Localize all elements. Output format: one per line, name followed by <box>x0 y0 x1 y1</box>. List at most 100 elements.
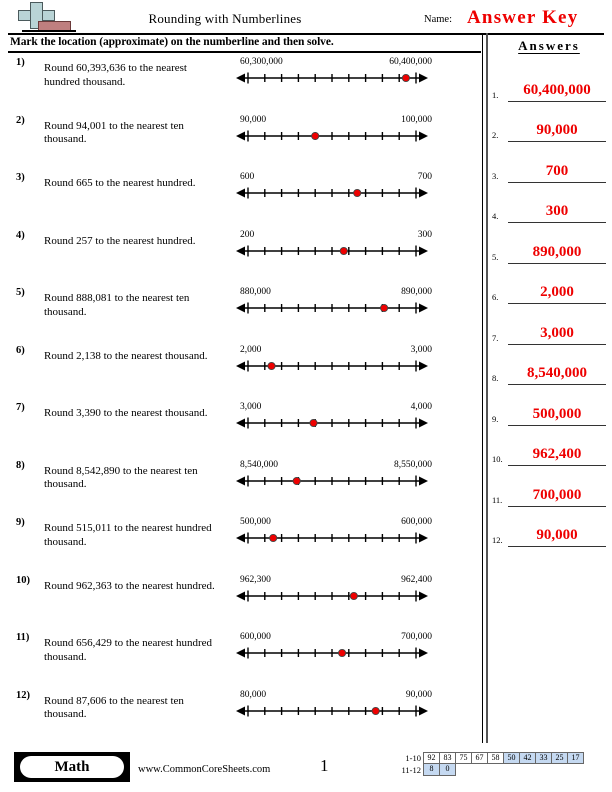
problem-row: 12) Round 87,606 to the nearest ten thous… <box>0 688 482 746</box>
numberline[interactable]: 200 300 <box>236 230 436 270</box>
answer-value: 90,000 <box>536 122 578 138</box>
problem-row: 2) Round 94,001 to the nearest ten thousa… <box>0 113 482 171</box>
answer-index: 12. <box>492 535 503 545</box>
numberline-left-label: 962,300 <box>240 574 271 585</box>
answer-underline <box>508 181 606 183</box>
page-header: Rounding with Numberlines Name: Answer K… <box>0 0 612 33</box>
problem-row: 11) Round 656,429 to the nearest hundred … <box>0 630 482 688</box>
answer-index: 6. <box>492 292 499 302</box>
problem-number: 9) <box>16 517 25 528</box>
answer-index: 2. <box>492 130 499 140</box>
problem-text: Round 3,390 to the nearest thousand. <box>44 407 208 419</box>
problem-text: Round 888,081 to the nearest ten thousan… <box>44 292 190 318</box>
answer-index: 1. <box>492 89 499 100</box>
problem-text: Round 665 to the nearest hundred. <box>44 177 196 189</box>
numberline-left-label: 80,000 <box>240 689 267 700</box>
problem-number: 5) <box>16 287 25 298</box>
answer-row: 3. 700 <box>490 143 608 184</box>
answer-index: 3. <box>492 170 499 181</box>
subject-badge-label: Math <box>20 756 124 778</box>
problem-number: 4) <box>16 229 25 241</box>
numberline-right-label: 8,550,000 <box>394 459 432 470</box>
problem-row: 8) Round 8,542,890 to the nearest ten tho… <box>0 458 482 516</box>
numberline[interactable]: 880,000 890,000 <box>236 287 436 327</box>
numberline[interactable]: 600 700 <box>236 172 436 212</box>
answer-underline <box>508 262 606 264</box>
answer-underline <box>508 546 606 547</box>
problem-text: Round 656,429 to the nearest hundred tho… <box>44 637 213 663</box>
problem-number: 3) <box>16 172 25 183</box>
numberline[interactable]: 2,000 3,000 <box>236 345 436 385</box>
problem-number: 6) <box>16 344 25 356</box>
answer-underline <box>508 465 606 466</box>
numberline[interactable]: 500,000 600,000 <box>236 517 436 557</box>
problem-text: Round 94,001 to the nearest ten thousand… <box>44 119 184 146</box>
answers-panel: Answers 1. 60,400,000 2. 90,000 3. 700 4. 300 5.… <box>490 38 608 548</box>
numberline[interactable]: 80,000 90,000 <box>236 690 436 730</box>
answer-value: 962,400 <box>532 446 582 462</box>
answer-index: 4. <box>492 211 499 221</box>
numberline-left-label: 600 <box>240 172 255 182</box>
scale-cell: 8 <box>423 764 440 776</box>
scale-cell: 67 <box>471 752 488 764</box>
numberline-left-label: 600,000 <box>240 632 271 642</box>
grading-scale-table: 1-10 92 83 75 67 58 50 42 33 25 17 11-12 8 0 <box>398 752 584 776</box>
column-divider-line-1 <box>482 33 483 743</box>
problem-number: 11) <box>16 632 30 643</box>
answer-row: 9. 500,000 <box>490 386 608 427</box>
numberline[interactable]: 60,300,000 60,400,000 <box>236 57 436 97</box>
answer-row: 4. 300 <box>490 184 608 225</box>
numberline[interactable]: 600,000 700,000 <box>236 632 436 672</box>
name-label: Name: <box>424 14 452 25</box>
scale-row-label: 11-12 <box>401 765 421 775</box>
answer-row: 1. 60,400,000 <box>490 62 608 103</box>
answer-index: 11. <box>492 494 503 505</box>
answer-value: 700 <box>545 162 569 179</box>
numberline-right-label: 600,000 <box>401 517 432 527</box>
problem-text: Round 60,393,636 to the nearest hundred … <box>44 62 187 88</box>
answer-value: 500,000 <box>532 405 582 422</box>
numberline[interactable]: 8,540,000 8,550,000 <box>236 460 436 500</box>
answer-underline <box>508 141 606 142</box>
answer-value: 3,000 <box>540 324 574 341</box>
scale-cell: 0 <box>439 764 456 776</box>
problem-row: 3) Round 665 to the nearest hundred. 600 70… <box>0 170 482 228</box>
numberline[interactable]: 962,300 962,400 <box>236 575 436 615</box>
numberline[interactable]: 3,000 4,000 <box>236 402 436 442</box>
problem-row: 6) Round 2,138 to the nearest thousand. 2,… <box>0 343 482 401</box>
numberline-left-label: 500,000 <box>240 517 271 527</box>
scale-cell: 25 <box>551 752 568 764</box>
answer-underline <box>508 222 606 223</box>
scale-row: 1-10 92 83 75 67 58 50 42 33 25 17 <box>398 752 584 764</box>
problem-number: 1) <box>16 57 25 68</box>
scale-row-label: 1-10 <box>405 753 421 763</box>
problem-number: 7) <box>16 402 25 413</box>
numberline-right-label: 3,000 <box>410 344 432 355</box>
numberline-right-label: 60,400,000 <box>389 57 432 67</box>
answer-underline <box>508 343 606 345</box>
problem-text: Round 8,542,890 to the nearest ten thous… <box>44 464 198 491</box>
numberline-right-label: 4,000 <box>410 402 432 412</box>
numberline-left-label: 8,540,000 <box>240 459 278 470</box>
problem-text: Round 515,011 to the nearest hundred tho… <box>44 522 212 548</box>
scale-cell: 83 <box>439 752 456 764</box>
numberline-right-label: 962,400 <box>401 574 432 585</box>
numberline-right-label: 890,000 <box>401 287 432 297</box>
answer-value: 700,000 <box>532 486 582 503</box>
answer-index: 7. <box>492 332 499 343</box>
answer-underline <box>508 384 606 385</box>
scale-cell: 50 <box>503 752 520 764</box>
answers-heading: Answers <box>518 38 580 53</box>
problem-number: 8) <box>16 459 25 471</box>
answer-value: 8,540,000 <box>527 365 587 381</box>
answer-row: 7. 3,000 <box>490 305 608 346</box>
numberline-left-label: 90,000 <box>240 114 267 125</box>
problem-row: 7) Round 3,390 to the nearest thousand. 3,… <box>0 400 482 458</box>
numberline[interactable]: 90,000 100,000 <box>236 115 436 155</box>
answer-key-stamp: Answer Key <box>467 7 579 28</box>
problem-row: 9) Round 515,011 to the nearest hundred t… <box>0 515 482 573</box>
column-divider-line-2 <box>486 33 488 743</box>
logo-baseline <box>22 30 76 32</box>
answer-index: 8. <box>492 373 499 383</box>
answer-underline <box>508 505 606 507</box>
